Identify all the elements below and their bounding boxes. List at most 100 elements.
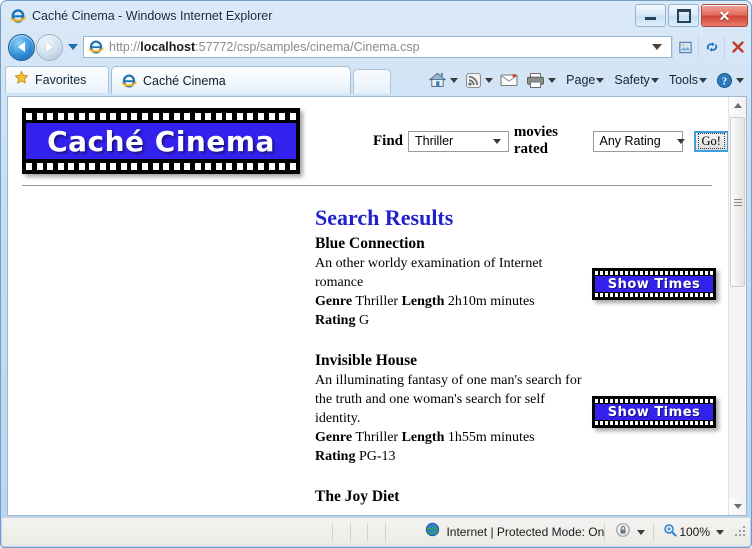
resize-grip-icon[interactable]	[734, 525, 748, 539]
movie-title: Blue Connection	[315, 235, 425, 252]
tools-chevron-down-icon[interactable]	[699, 77, 707, 83]
zoom-magnifier-icon[interactable]	[663, 523, 677, 542]
maximize-button[interactable]	[668, 4, 699, 27]
genre-label: Genre	[315, 430, 353, 445]
back-arrow-icon	[18, 42, 25, 52]
page-menu[interactable]: Page	[566, 73, 595, 87]
film-sprockets-top	[595, 271, 713, 275]
page-viewport: Caché Cinema Find Thriller movies rated	[7, 96, 747, 516]
scroll-up-button[interactable]	[729, 97, 746, 114]
security-zone-label: Internet | Protected Mode: On	[446, 525, 605, 539]
movie-length: 1h55m minutes	[447, 430, 535, 445]
result-item: Invisible House An illuminating fantasy …	[315, 352, 585, 466]
movie-title: Invisible House	[315, 352, 418, 369]
show-times-panel: Show Times	[595, 404, 713, 420]
page-chevron-down-icon[interactable]	[596, 77, 605, 83]
divider	[367, 523, 368, 541]
scroll-down-button[interactable]	[729, 498, 746, 515]
tab-favicon-icon	[121, 73, 137, 89]
movie-rating: G	[358, 313, 370, 328]
show-times-button[interactable]: Show Times	[592, 396, 716, 428]
compatibility-view-button[interactable]	[672, 35, 698, 59]
divider	[332, 523, 333, 541]
movie-rating: PG-13	[358, 449, 396, 464]
stop-button[interactable]	[724, 35, 750, 59]
window-title: Caché Cinema - Windows Internet Explorer	[32, 9, 273, 23]
command-bar: Page Safety Tools ?	[426, 67, 749, 93]
movie-rating-line: Rating G	[315, 311, 585, 330]
safety-menu[interactable]: Safety	[614, 73, 649, 87]
result-item: Blue Connection An other worldy examinat…	[315, 235, 585, 330]
privacy-lock-icon[interactable]	[615, 522, 631, 543]
movie-genre: Thriller	[355, 430, 399, 445]
back-button[interactable]	[8, 33, 35, 61]
close-icon: ✕	[718, 7, 731, 24]
mail-icon[interactable]	[500, 73, 518, 87]
cache-cinema-logo[interactable]: Caché Cinema	[22, 108, 300, 174]
safety-chevron-down-icon[interactable]	[650, 77, 659, 83]
length-label: Length	[401, 430, 445, 445]
address-dropdown-icon[interactable]	[652, 44, 662, 50]
browser-window: Caché Cinema - Windows Internet Explorer…	[0, 0, 752, 548]
close-button[interactable]: ✕	[701, 4, 748, 27]
title-bar: Caché Cinema - Windows Internet Explorer…	[1, 1, 752, 31]
help-icon[interactable]: ?	[716, 72, 733, 89]
divider	[653, 523, 655, 541]
result-item: The Joy Diet	[315, 488, 585, 506]
page-title: Search Results	[315, 205, 454, 230]
header-divider	[22, 185, 712, 186]
movies-rated-label: movies rated	[513, 124, 558, 157]
security-zone[interactable]: Internet | Protected Mode: On	[425, 522, 604, 542]
site-header: Caché Cinema Find Thriller movies rated	[8, 97, 729, 195]
rss-icon[interactable]	[465, 72, 482, 89]
zoom-chevron-down-icon[interactable]	[716, 529, 725, 535]
help-chevron-down-icon[interactable]	[736, 77, 744, 83]
status-message-area	[2, 523, 332, 541]
divider	[384, 523, 386, 541]
show-times-label: Show Times	[607, 276, 701, 292]
show-times-button[interactable]: Show Times	[592, 268, 716, 300]
new-tab-button[interactable]	[353, 69, 391, 94]
home-chevron-down-icon[interactable]	[450, 77, 459, 83]
forward-button[interactable]	[36, 33, 63, 61]
print-chevron-down-icon[interactable]	[548, 77, 557, 83]
genre-select[interactable]: Thriller	[408, 130, 509, 152]
search-form: Find Thriller movies rated Any Rating Go…	[373, 124, 729, 157]
tools-menu[interactable]: Tools	[669, 73, 698, 87]
tab-cache-cinema[interactable]: Caché Cinema	[111, 66, 351, 94]
film-sprockets-top	[26, 112, 296, 120]
divider	[604, 523, 606, 541]
find-label: Find	[373, 132, 404, 149]
genre-label: Genre	[315, 294, 353, 309]
rating-label: Rating	[315, 449, 356, 464]
rating-select[interactable]: Any Rating	[592, 130, 685, 152]
genre-select-value: Thriller	[415, 134, 454, 148]
tab-bar: Favorites Caché Cinema Page Safety Tools…	[1, 63, 752, 96]
go-button[interactable]: Go!	[693, 130, 729, 152]
favorites-button[interactable]: Favorites	[5, 66, 109, 93]
address-bar: http://localhost:57772/csp/samples/cinem…	[1, 31, 752, 63]
movie-genre-length: Genre Thriller Length 1h55m minutes	[315, 428, 585, 447]
refresh-button[interactable]	[698, 35, 724, 59]
vertical-scrollbar[interactable]	[728, 97, 746, 515]
svg-text:?: ?	[722, 76, 727, 87]
page-favicon-icon	[88, 39, 104, 55]
minimize-button[interactable]	[635, 4, 666, 27]
film-sprockets-bottom	[595, 293, 713, 297]
triangle-down-icon	[733, 504, 742, 509]
show-times-label: Show Times	[607, 404, 701, 420]
forward-arrow-icon	[46, 42, 53, 52]
home-icon[interactable]	[428, 71, 447, 89]
rating-label: Rating	[315, 313, 356, 328]
movie-rating-line: Rating PG-13	[315, 447, 585, 466]
globe-icon	[425, 522, 440, 542]
printer-icon[interactable]	[526, 72, 545, 89]
privacy-chevron-down-icon[interactable]	[637, 529, 646, 535]
window-controls: ✕	[635, 4, 748, 27]
history-dropdown-icon[interactable]	[68, 44, 78, 50]
scrollbar-thumb[interactable]	[730, 117, 745, 287]
rss-chevron-down-icon[interactable]	[485, 77, 494, 83]
status-right-group: 100%	[604, 522, 750, 543]
tab-label: Caché Cinema	[143, 73, 226, 88]
address-input[interactable]: http://localhost:57772/csp/samples/cinem…	[83, 36, 672, 58]
